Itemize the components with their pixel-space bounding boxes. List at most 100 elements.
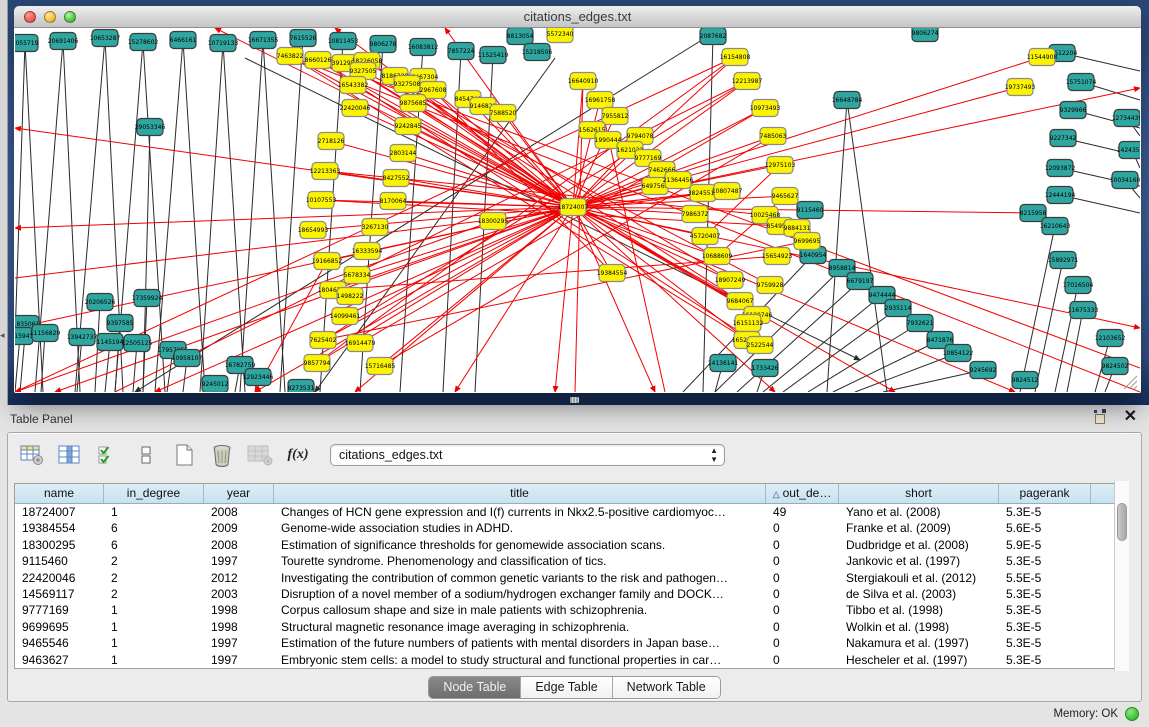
graph-node[interactable]: 1498222 bbox=[337, 288, 364, 305]
graph-node[interactable]: 8273531 bbox=[288, 380, 315, 393]
graph-node[interactable]: 18654993 bbox=[298, 222, 329, 239]
table-cell[interactable]: 1 bbox=[104, 602, 204, 618]
table-cell[interactable]: 0 bbox=[766, 635, 839, 651]
graph-node[interactable]: 29053346 bbox=[135, 119, 166, 136]
graph-node[interactable]: 9242845 bbox=[395, 118, 422, 135]
table-cell[interactable]: Jankovic et al. (1997) bbox=[839, 553, 999, 569]
table-cell[interactable]: 5.3E-5 bbox=[999, 635, 1091, 651]
graph-node[interactable]: 16210643 bbox=[1040, 218, 1071, 235]
rows-icon[interactable] bbox=[132, 442, 160, 468]
table-cell[interactable]: 2008 bbox=[204, 537, 274, 553]
graph-node[interactable]: 9115460 bbox=[797, 202, 824, 219]
graph-node[interactable]: 7625402 bbox=[310, 332, 337, 349]
table-cell[interactable]: 1997 bbox=[204, 652, 274, 668]
table-cell[interactable]: Stergiakouli et al. (2012) bbox=[839, 570, 999, 586]
table-cell[interactable]: 0 bbox=[766, 570, 839, 586]
column-header-pagerank[interactable]: pagerank bbox=[999, 484, 1091, 503]
table-row[interactable]: 946362711997Embryonic stem cells: a mode… bbox=[15, 652, 1119, 668]
citation-edge-black[interactable] bbox=[280, 38, 303, 392]
table-cell[interactable]: Tibbo et al. (1998) bbox=[839, 602, 999, 618]
table-cell[interactable]: Investigating the contribution of common… bbox=[274, 570, 766, 586]
graph-node[interactable]: 16648784 bbox=[832, 92, 863, 109]
table-cell[interactable]: 0 bbox=[766, 602, 839, 618]
graph-node[interactable]: 2935114 bbox=[885, 300, 912, 317]
table-cell[interactable]: Yano et al. (2008) bbox=[839, 504, 999, 520]
citation-network-graph[interactable]: 2055719206914061065328715278602646616110… bbox=[15, 28, 1140, 392]
table-cell[interactable]: 0 bbox=[766, 520, 839, 536]
graph-node[interactable]: 19384554 bbox=[597, 265, 628, 282]
table-cell[interactable]: 0 bbox=[766, 537, 839, 553]
table-cell[interactable]: 5.5E-5 bbox=[999, 570, 1091, 586]
graph-node[interactable]: 7932621 bbox=[907, 315, 934, 332]
table-cell[interactable]: 22420046 bbox=[15, 570, 104, 586]
graph-node[interactable]: 2718126 bbox=[318, 133, 345, 150]
graph-node[interactable]: 22420046 bbox=[340, 100, 371, 117]
graph-node[interactable]: 8813054 bbox=[507, 28, 534, 45]
graph-node[interactable]: 19166852 bbox=[312, 253, 343, 270]
scrollbar-thumb[interactable] bbox=[1117, 503, 1127, 541]
graph-node[interactable]: 10034160 bbox=[1110, 172, 1140, 189]
graph-node[interactable]: 16671355 bbox=[248, 32, 279, 49]
graph-node[interactable]: 18300295 bbox=[478, 213, 509, 230]
graph-node[interactable]: 18724007 bbox=[558, 199, 589, 216]
table-row[interactable]: 2242004622012Investigating the contribut… bbox=[15, 570, 1119, 586]
graph-node[interactable]: 12093872 bbox=[1045, 160, 1076, 177]
table-cell[interactable]: 0 bbox=[766, 652, 839, 668]
graph-node[interactable]: 2522544 bbox=[747, 337, 774, 354]
graph-node[interactable]: 7955812 bbox=[602, 108, 629, 125]
table-row[interactable]: 969969511998Structural magnetic resonanc… bbox=[15, 619, 1119, 635]
table-cell[interactable]: 0 bbox=[766, 619, 839, 635]
table-cell[interactable]: 2003 bbox=[204, 586, 274, 602]
graph-node[interactable]: 9875685 bbox=[400, 95, 427, 112]
row-checks-icon[interactable] bbox=[94, 442, 122, 468]
citation-edge-black[interactable] bbox=[155, 40, 183, 392]
table-row[interactable]: 946554611997Estimation of the future num… bbox=[15, 635, 1119, 651]
table-cell[interactable]: 1 bbox=[104, 652, 204, 668]
graph-node[interactable]: 10958107 bbox=[172, 350, 203, 367]
panel-splitter-handle[interactable] bbox=[570, 397, 579, 403]
graph-node[interactable]: 15654923 bbox=[762, 248, 793, 265]
table-cell[interactable]: 5.6E-5 bbox=[999, 520, 1091, 536]
graph-node[interactable]: 15892971 bbox=[1048, 252, 1079, 269]
graph-node[interactable]: 12213363 bbox=[310, 163, 341, 180]
graph-node[interactable]: 16151132 bbox=[733, 315, 764, 332]
graph-node[interactable]: 9699695 bbox=[794, 233, 821, 250]
table-settings-icon[interactable] bbox=[18, 442, 46, 468]
table-cell[interactable]: 5.3E-5 bbox=[999, 619, 1091, 635]
table-cell[interactable]: Structural magnetic resonance image aver… bbox=[274, 619, 766, 635]
table-cell[interactable]: 5.3E-5 bbox=[999, 652, 1091, 668]
citation-edge-black[interactable] bbox=[240, 40, 263, 392]
graph-node[interactable]: 10854122 bbox=[943, 345, 974, 362]
new-document-icon[interactable] bbox=[170, 442, 198, 468]
column-header-year[interactable]: year bbox=[204, 484, 274, 503]
tab-edge-table[interactable]: Edge Table bbox=[521, 677, 612, 698]
graph-node[interactable]: 1145194 bbox=[97, 334, 124, 351]
table-row[interactable]: 1872400712008Changes of HCN gene express… bbox=[15, 504, 1119, 520]
table-row[interactable]: 1830029562008Estimation of significance … bbox=[15, 537, 1119, 553]
graph-node[interactable]: 20691406 bbox=[48, 33, 79, 50]
column-header-in_degree[interactable]: in_degree bbox=[104, 484, 204, 503]
column-header-out_de[interactable]: △out_de… bbox=[766, 484, 839, 503]
graph-node[interactable]: 10973493 bbox=[750, 100, 781, 117]
table-cell[interactable]: 49 bbox=[766, 504, 839, 520]
table-cell[interactable]: 1997 bbox=[204, 635, 274, 651]
close-window-button[interactable] bbox=[24, 11, 36, 23]
table-cell[interactable]: 5.3E-5 bbox=[999, 553, 1091, 569]
graph-node[interactable]: 6466161 bbox=[170, 32, 197, 49]
graph-node[interactable]: 12923446 bbox=[243, 369, 274, 386]
graph-node[interactable]: 8427552 bbox=[383, 170, 410, 187]
graph-node[interactable]: 11156829 bbox=[30, 325, 61, 342]
graph-node[interactable]: 9759928 bbox=[757, 277, 784, 294]
graph-node[interactable]: 15716485 bbox=[365, 358, 396, 375]
graph-node[interactable]: 9857794 bbox=[304, 355, 331, 372]
graph-node[interactable]: 10688609 bbox=[702, 248, 733, 265]
graph-node[interactable]: 7615526 bbox=[290, 30, 317, 47]
table-cell[interactable]: 1997 bbox=[204, 553, 274, 569]
citation-edge-black[interactable] bbox=[1067, 310, 1083, 392]
citation-edge-black[interactable] bbox=[763, 295, 882, 392]
graph-node[interactable]: 13942737 bbox=[67, 329, 98, 346]
graph-node[interactable]: 16333594 bbox=[352, 243, 383, 260]
table-cell[interactable]: 5.9E-5 bbox=[999, 537, 1091, 553]
graph-node[interactable]: 18907249 bbox=[715, 272, 746, 289]
table-cell[interactable]: 1 bbox=[104, 635, 204, 651]
